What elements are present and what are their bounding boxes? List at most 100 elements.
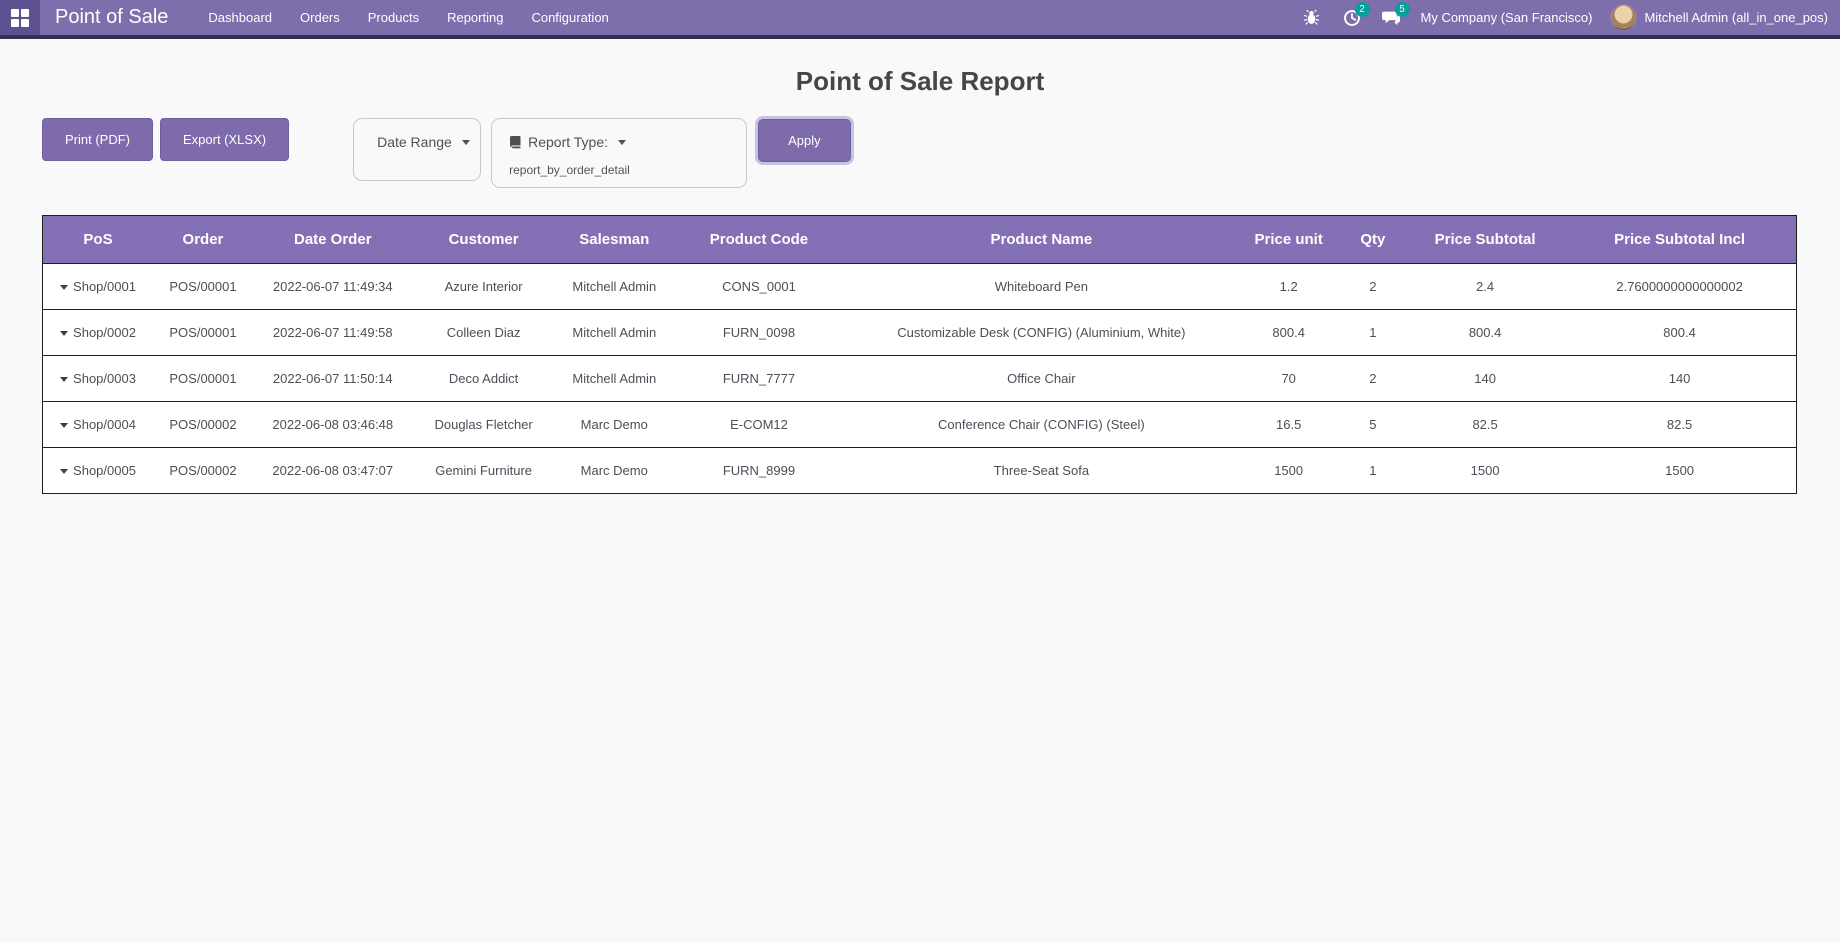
table-cell: 2.7600000000000002 <box>1563 264 1796 310</box>
print-pdf-button[interactable]: Print (PDF) <box>42 118 153 161</box>
table-cell: FURN_7777 <box>674 356 844 402</box>
table-cell: 2022-06-07 11:49:58 <box>253 310 413 356</box>
user-name-label: Mitchell Admin (all_in_one_pos) <box>1644 10 1828 25</box>
table-cell: 2022-06-08 03:46:48 <box>253 402 413 448</box>
column-header: Price unit <box>1239 216 1339 264</box>
chevron-down-icon <box>462 140 470 145</box>
date-range-dropdown[interactable]: Date Range <box>353 118 481 181</box>
user-avatar <box>1610 4 1637 31</box>
user-menu[interactable]: Mitchell Admin (all_in_one_pos) <box>1610 4 1828 31</box>
app-brand-title[interactable]: Point of Sale <box>40 0 194 35</box>
row-expand-caret-icon[interactable] <box>60 377 68 382</box>
row-expand-caret-icon[interactable] <box>60 285 68 290</box>
table-cell: POS/00002 <box>153 448 253 494</box>
menu-item-configuration[interactable]: Configuration <box>517 0 622 35</box>
table-cell: Mitchell Admin <box>555 264 674 310</box>
table-cell: FURN_8999 <box>674 448 844 494</box>
column-header: PoS <box>43 216 154 264</box>
table-cell: Shop/0004 <box>43 402 154 448</box>
table-header-row: PoSOrderDate OrderCustomerSalesmanProduc… <box>43 216 1797 264</box>
table-cell: 2022-06-07 11:49:34 <box>253 264 413 310</box>
table-cell: 82.5 <box>1563 402 1796 448</box>
table-cell: 1500 <box>1563 448 1796 494</box>
table-cell: 5 <box>1339 402 1407 448</box>
report-type-dropdown[interactable]: Report Type: report_by_order_detail <box>491 118 747 188</box>
table-row: Shop/0003 POS/000012022-06-07 11:50:14Dec… <box>43 356 1797 402</box>
column-header: Product Code <box>674 216 844 264</box>
pos-shop-label: Shop/0003 <box>73 371 136 386</box>
book-icon <box>509 135 522 149</box>
menu-item-reporting[interactable]: Reporting <box>433 0 517 35</box>
table-cell: Azure Interior <box>413 264 555 310</box>
menu-item-products[interactable]: Products <box>354 0 433 35</box>
table-row: Shop/0002POS/000012022-06-07 11:49:58Col… <box>43 310 1797 356</box>
table-cell: Colleen Diaz <box>413 310 555 356</box>
table-cell: 2022-06-07 11:50:14 <box>253 356 413 402</box>
table-cell: Marc Demo <box>555 448 674 494</box>
column-header: Qty <box>1339 216 1407 264</box>
date-range-label-row: Date Range <box>371 134 463 150</box>
table-cell: 1500 <box>1407 448 1563 494</box>
table-cell: Shop/0002 <box>43 310 154 356</box>
table-cell: Douglas Fletcher <box>413 402 555 448</box>
column-header: Product Name <box>844 216 1239 264</box>
navbar-menu: DashboardOrdersProductsReportingConfigur… <box>194 0 622 35</box>
table-cell: 1 <box>1339 310 1407 356</box>
activity-systray-button[interactable]: 2 <box>1341 7 1363 29</box>
message-count-badge: 5 <box>1395 2 1410 17</box>
table-cell: 140 <box>1407 356 1563 402</box>
company-switcher[interactable]: My Company (San Francisco) <box>1421 10 1593 25</box>
apply-button[interactable]: Apply <box>758 119 851 162</box>
row-expand-caret-icon[interactable] <box>60 331 68 336</box>
table-cell: Deco Addict <box>413 356 555 402</box>
table-cell: Mitchell Admin <box>555 356 674 402</box>
row-expand-caret-icon[interactable] <box>60 423 68 428</box>
table-cell: 70 <box>1239 356 1339 402</box>
table-cell: 800.4 <box>1239 310 1339 356</box>
table-cell: 800.4 <box>1407 310 1563 356</box>
pos-report-table: PoSOrderDate OrderCustomerSalesmanProduc… <box>42 215 1797 494</box>
apps-menu-button[interactable] <box>0 0 40 35</box>
table-cell: Office Chair <box>844 356 1239 402</box>
table-cell: 82.5 <box>1407 402 1563 448</box>
report-toolbar: Print (PDF) Export (XLSX) Date Range Rep… <box>42 118 1798 188</box>
table-row: Shop/0004POS/000022022-06-08 03:46:48Dou… <box>43 402 1797 448</box>
table-row: Shop/0005POS/000022022-06-08 03:47:07Gem… <box>43 448 1797 494</box>
export-xlsx-button[interactable]: Export (XLSX) <box>160 118 289 161</box>
table-cell: 2.4 <box>1407 264 1563 310</box>
table-cell: FURN_0098 <box>674 310 844 356</box>
table-cell: E-COM12 <box>674 402 844 448</box>
pos-shop-label: Shop/0001 <box>73 279 136 294</box>
table-cell: Shop/0001 <box>43 264 154 310</box>
messages-systray-button[interactable]: 5 <box>1381 7 1403 29</box>
systray: 2 5 My Company (San Francisco) Mitchell … <box>1301 0 1840 35</box>
report-type-label: Report Type: <box>528 134 608 150</box>
table-cell: Whiteboard Pen <box>844 264 1239 310</box>
table-cell: 16.5 <box>1239 402 1339 448</box>
activity-count-badge: 2 <box>1355 2 1370 17</box>
table-cell: 800.4 <box>1563 310 1796 356</box>
row-expand-caret-icon[interactable] <box>60 469 68 474</box>
menu-item-dashboard[interactable]: Dashboard <box>194 0 286 35</box>
table-body: Shop/0001 POS/000012022-06-07 11:49:34Azu… <box>43 264 1797 494</box>
apps-grid-icon <box>11 9 29 27</box>
table-cell: Shop/0005 <box>43 448 154 494</box>
table-cell: POS/00002 <box>153 402 253 448</box>
bug-icon <box>1303 9 1320 26</box>
debug-bug-icon[interactable] <box>1301 7 1323 29</box>
pos-shop-label: Shop/0002 <box>73 325 136 340</box>
table-cell: 1500 <box>1239 448 1339 494</box>
table-cell: 2022-06-08 03:47:07 <box>253 448 413 494</box>
menu-item-orders[interactable]: Orders <box>286 0 354 35</box>
column-header: Salesman <box>555 216 674 264</box>
table-cell: Conference Chair (CONFIG) (Steel) <box>844 402 1239 448</box>
chevron-down-icon <box>618 140 626 145</box>
table-cell: Three-Seat Sofa <box>844 448 1239 494</box>
table-head: PoSOrderDate OrderCustomerSalesmanProduc… <box>43 216 1797 264</box>
table-cell: CONS_0001 <box>674 264 844 310</box>
column-header: Price Subtotal Incl <box>1563 216 1796 264</box>
top-navbar: Point of Sale DashboardOrdersProductsRep… <box>0 0 1840 39</box>
table-cell: POS/00001 <box>153 356 253 402</box>
date-range-label: Date Range <box>377 134 452 150</box>
table-cell: 1 <box>1339 448 1407 494</box>
